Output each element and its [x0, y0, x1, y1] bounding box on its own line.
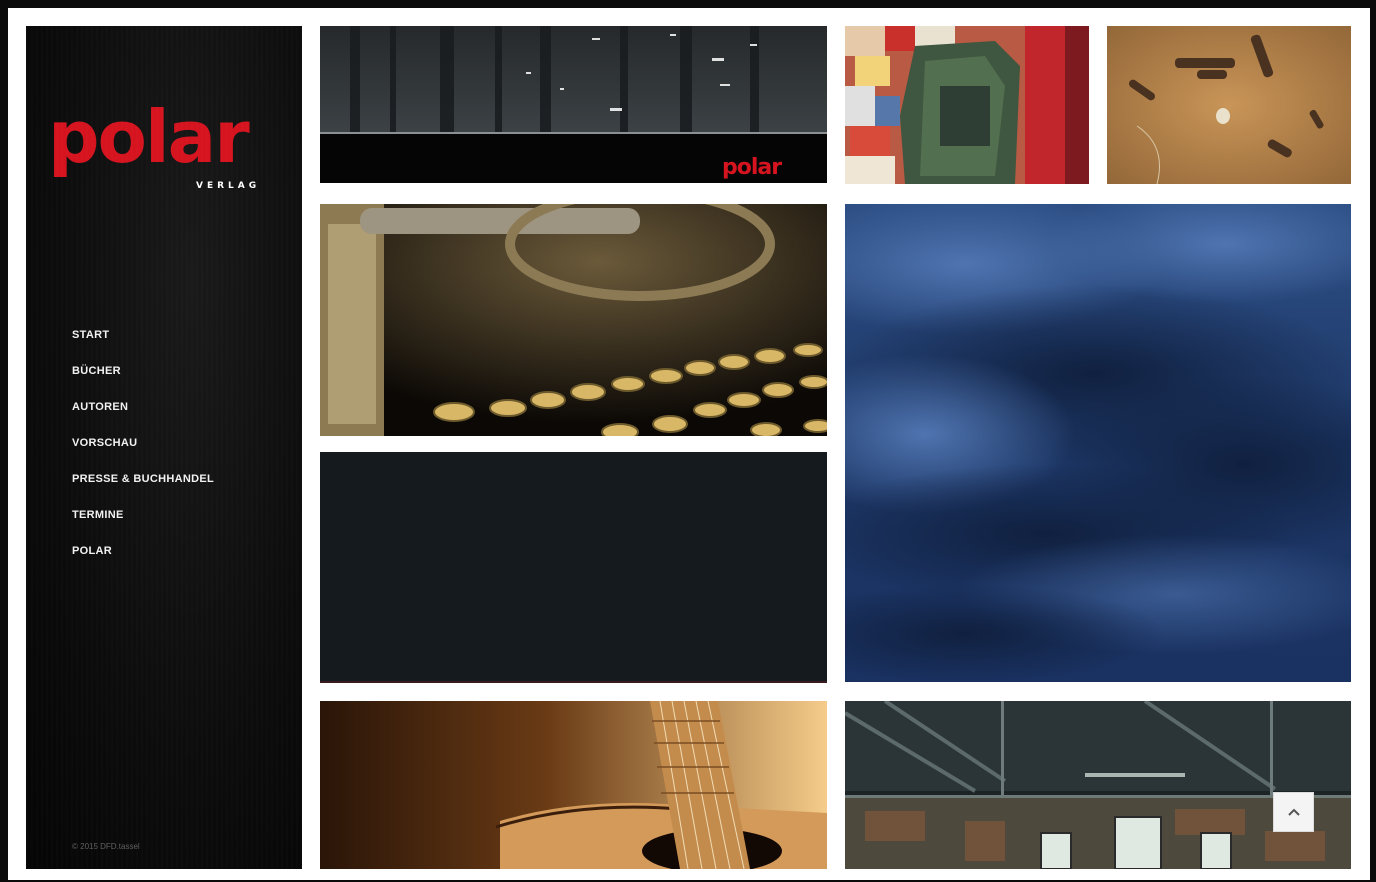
abandoned-hall-image [845, 701, 1351, 869]
nav-item-autoren[interactable]: AUTOREN [72, 398, 214, 434]
polar-verlag-logo[interactable]: polar VERLAG [46, 92, 290, 202]
tile-dark-panel[interactable] [320, 452, 827, 683]
tile-sand-bullets[interactable] [1107, 26, 1351, 184]
nav-item-buecher[interactable]: BÜCHER [72, 362, 214, 398]
nav-item-start[interactable]: START [72, 326, 214, 362]
nav-item-presse-buchhandel[interactable]: PRESSE & BUCHHANDEL [72, 470, 214, 506]
scroll-to-top-button[interactable] [1273, 792, 1314, 832]
tile-typewriter[interactable] [320, 204, 827, 436]
nav-item-termine[interactable]: TERMINE [72, 506, 214, 542]
tile-guitar[interactable] [320, 701, 827, 869]
tile-forest-night[interactable]: polar [320, 26, 827, 183]
dark-panel-accent-line [320, 681, 827, 683]
tile-storm-clouds[interactable] [845, 204, 1351, 682]
tile-mosaic-wall[interactable] [845, 26, 1089, 184]
copyright: © 2015 DFD.tassel [72, 842, 140, 851]
chevron-up-icon [1287, 808, 1300, 816]
sand-bullets-image [1107, 26, 1351, 184]
sidebar: polar VERLAG START BÜCHER AUTOREN VORSCH… [26, 26, 302, 869]
svg-text:polar: polar [722, 155, 782, 180]
typewriter-image [320, 204, 827, 436]
mosaic-wall-image [845, 26, 1089, 184]
storm-clouds-image [845, 204, 1351, 682]
guitar-image [320, 701, 827, 869]
nav-item-vorschau[interactable]: VORSCHAU [72, 434, 214, 470]
forest-night-image: polar [320, 26, 827, 183]
main-nav: START BÜCHER AUTOREN VORSCHAU PRESSE & B… [72, 326, 214, 578]
tile-abandoned-hall[interactable] [845, 701, 1351, 869]
logo-subtitle: VERLAG [196, 181, 260, 191]
logo-word: polar [48, 95, 250, 179]
nav-item-polar[interactable]: POLAR [72, 542, 214, 578]
